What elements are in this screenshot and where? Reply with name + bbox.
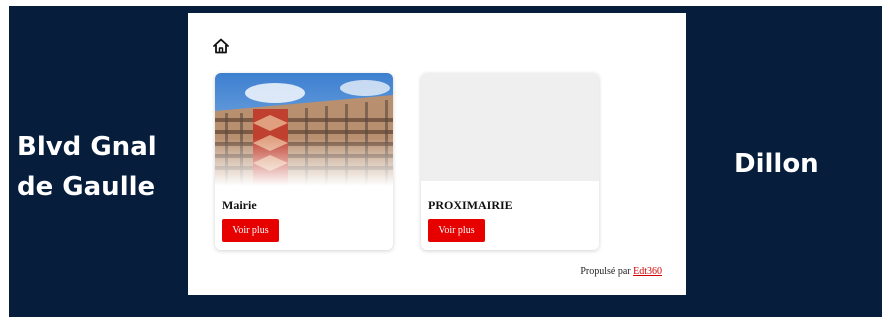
card-title: Mairie xyxy=(222,198,257,212)
footer-link[interactable]: Edt360 xyxy=(633,266,662,277)
image-placeholder xyxy=(421,73,599,181)
voir-plus-button[interactable]: Voir plus xyxy=(222,219,279,242)
card-mairie[interactable]: Mairie Voir plus xyxy=(215,73,393,250)
card-title: PROXIMAIRIE xyxy=(428,198,513,212)
left-street-label: Blvd Gnal de Gaulle xyxy=(17,132,157,202)
home-icon[interactable] xyxy=(212,37,230,55)
right-street-label: Dillon xyxy=(734,149,819,179)
voir-plus-button[interactable]: Voir plus xyxy=(428,219,485,242)
footer-prefix: Propulsé par xyxy=(580,266,631,277)
building-photo xyxy=(215,73,393,186)
footer-credit: Propulsé par Edt360 xyxy=(580,266,662,277)
website-panel: Mairie Voir plus PROXIMAIRIE Voir plus P… xyxy=(188,13,686,295)
card-proximairie[interactable]: PROXIMAIRIE Voir plus xyxy=(421,73,599,250)
